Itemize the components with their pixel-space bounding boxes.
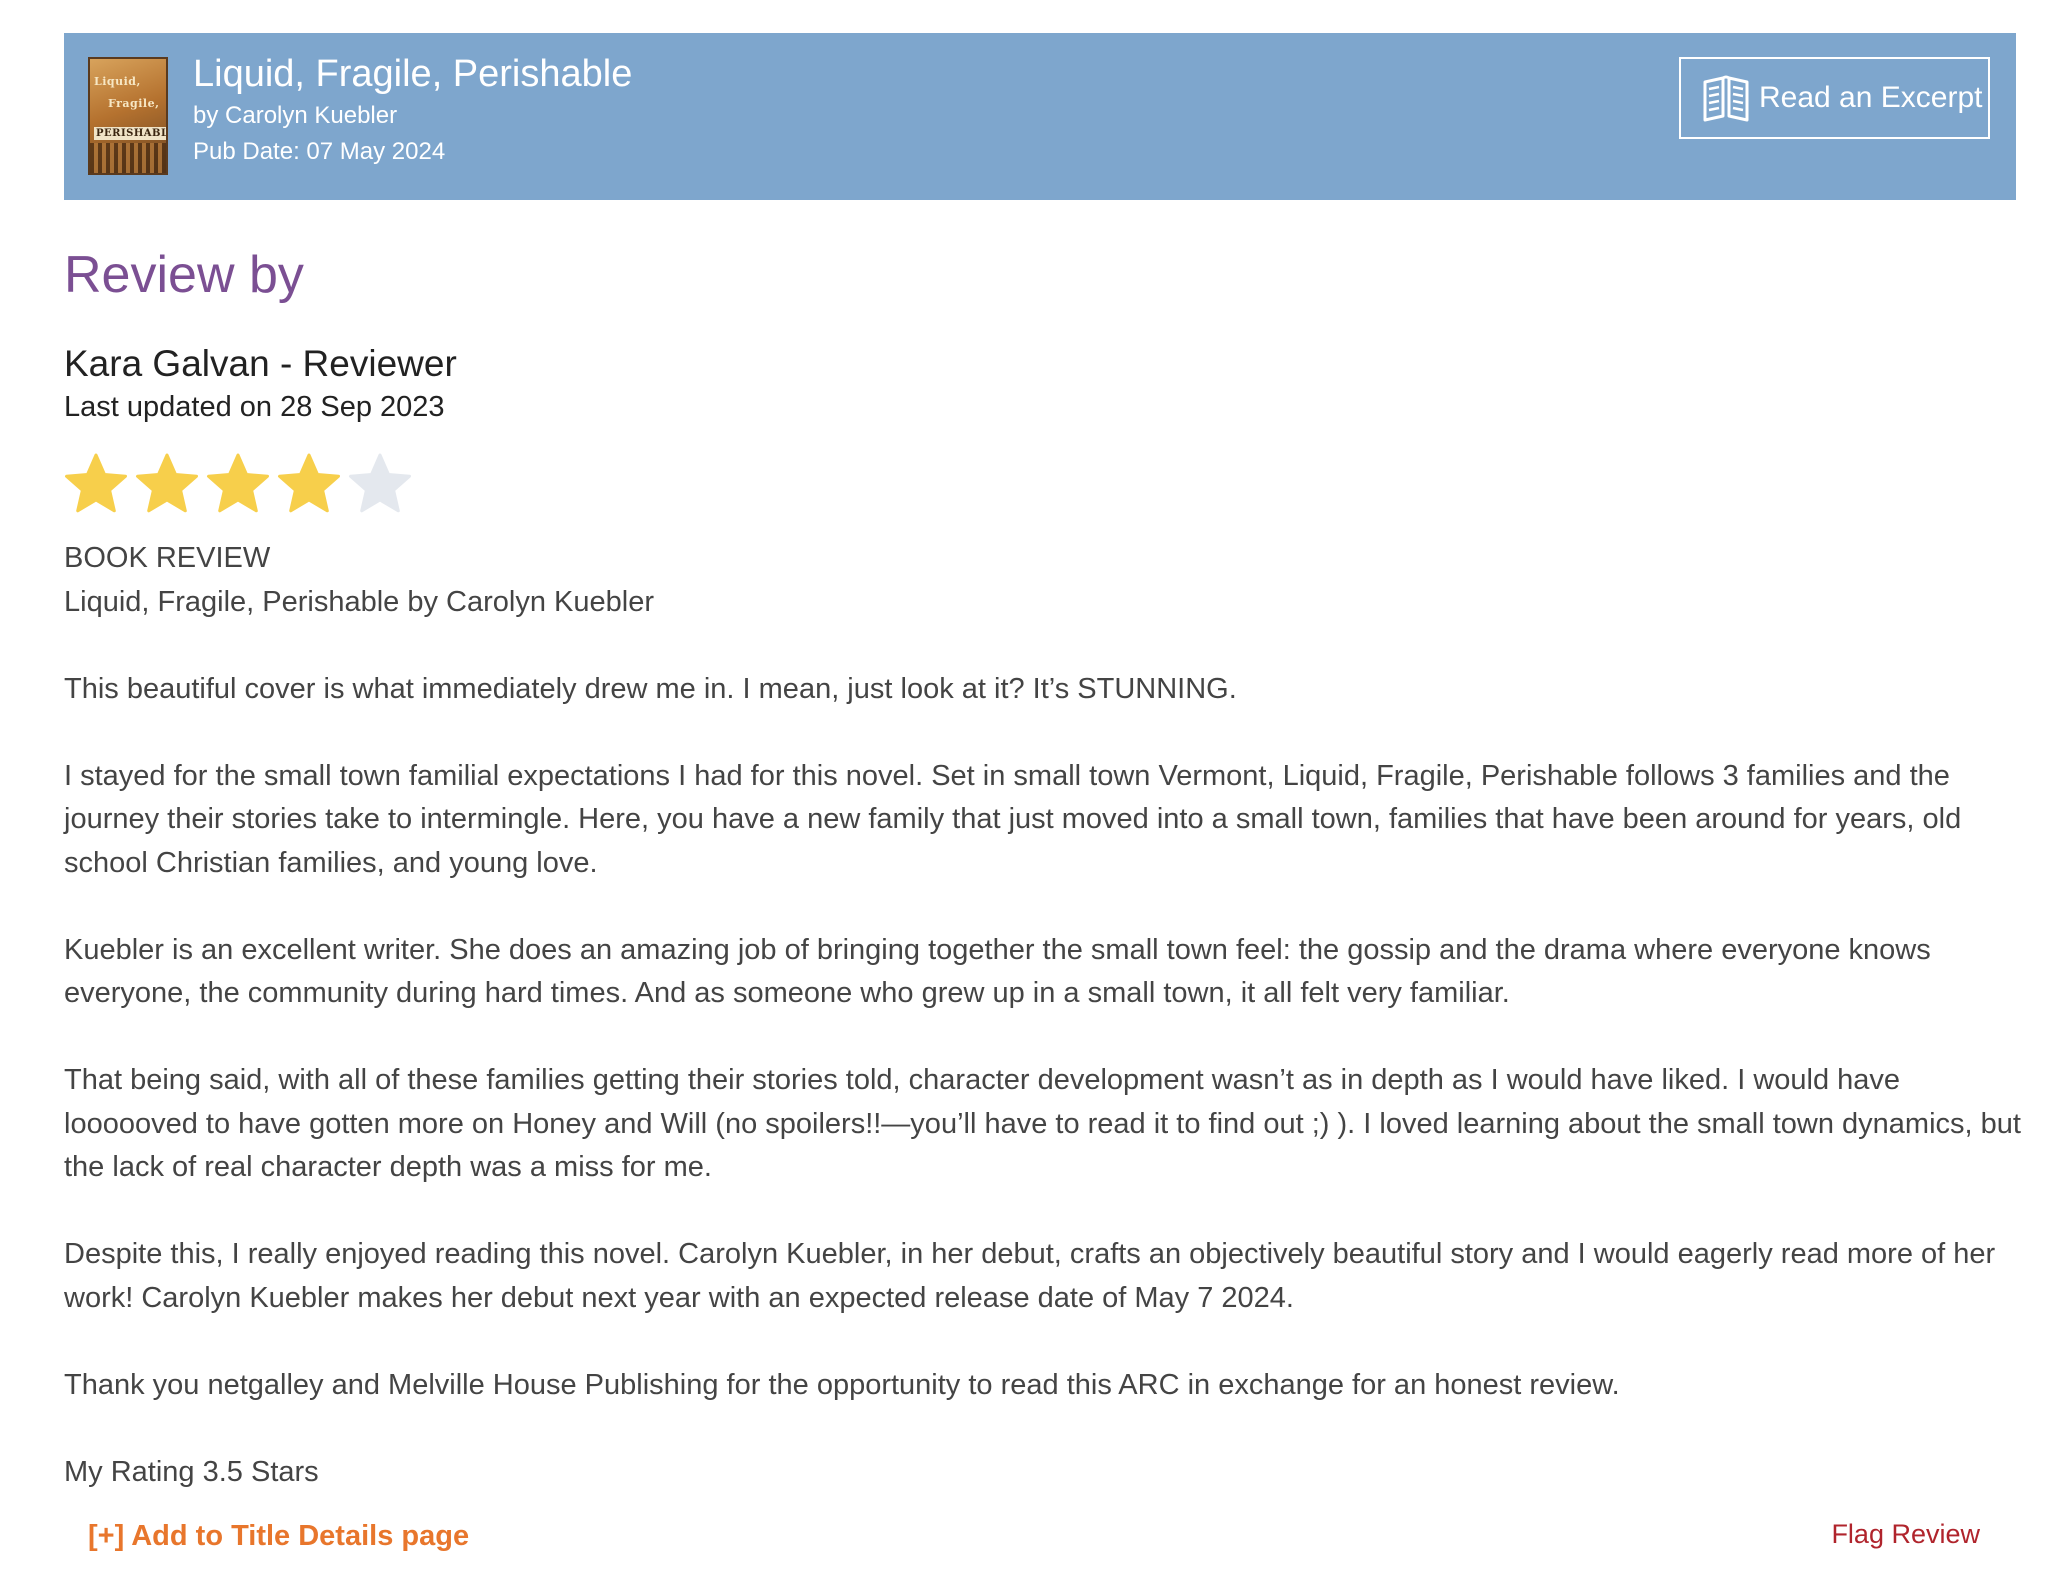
star-icon-empty [347,452,413,516]
cover-title-word-1: Liquid, [94,75,141,88]
add-to-title-details-link[interactable]: [+] Add to Title Details page [88,1520,469,1553]
cover-artwork [90,143,166,173]
flag-review-link[interactable]: Flag Review [1831,1519,1980,1550]
cover-title-word-2: Fragile, [108,97,160,110]
cover-title-word-3: PERISHABLE [94,127,166,140]
book-cover-image[interactable]: Liquid, Fragile, PERISHABLE [88,57,168,175]
star-rating [63,452,413,516]
book-title[interactable]: Liquid, Fragile, Perishable [193,53,632,96]
open-book-icon [1701,74,1751,122]
book-author: by Carolyn Kuebler [193,102,398,129]
book-header-bar: Liquid, Fragile, PERISHABLE Liquid, Frag… [64,33,2016,200]
star-icon-filled [134,452,200,516]
book-pub-date: Pub Date: 07 May 2024 [193,138,446,165]
review-paragraph: My Rating 3.5 Stars [64,1455,319,1488]
star-icon-filled [63,452,129,516]
review-paragraph: Liquid, Fragile, Perishable by Carolyn K… [64,585,654,618]
review-body: BOOK REVIEW Liquid, Fragile, Perishable … [64,537,2024,1494]
review-paragraph: BOOK REVIEW [64,542,271,574]
review-paragraph: Thank you netgalley and Melville House P… [64,1368,1620,1401]
reviewer-name: Kara Galvan - Reviewer [64,343,457,384]
review-paragraph: This beautiful cover is what immediately… [64,672,1237,705]
read-excerpt-label: Read an Excerpt [1759,81,1983,114]
review-paragraph: Despite this, I really enjoyed reading t… [64,1238,1996,1314]
star-icon-filled [205,452,271,516]
review-paragraph: I stayed for the small town familial exp… [64,759,1962,879]
last-updated-date: Last updated on 28 Sep 2023 [64,391,445,423]
review-paragraph: Kuebler is an excellent writer. She does… [64,933,1931,1010]
star-icon-filled [276,452,342,516]
review-heading: Review by [64,246,304,304]
review-paragraph: That being said, with all of these famil… [64,1064,2021,1183]
read-excerpt-button[interactable]: Read an Excerpt [1679,57,1990,139]
